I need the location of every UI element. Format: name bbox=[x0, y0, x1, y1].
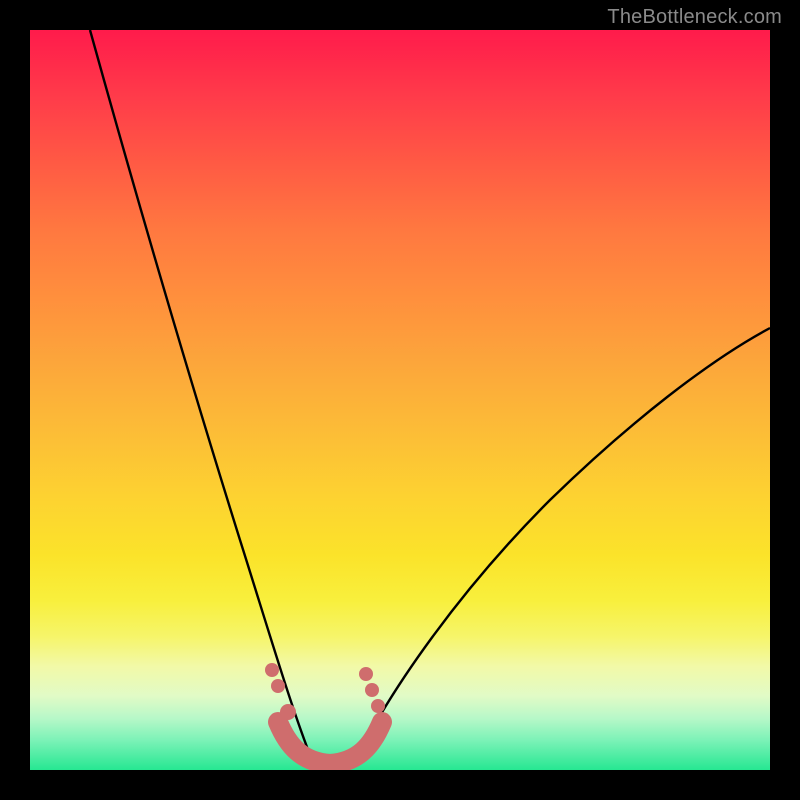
marker-dot-right-1 bbox=[359, 667, 373, 681]
marker-dot-right-2 bbox=[365, 683, 379, 697]
marker-dot-left-2 bbox=[271, 679, 285, 693]
valley-marker-band bbox=[278, 722, 382, 764]
curve-layer bbox=[30, 30, 770, 770]
marker-dot-right-3 bbox=[371, 699, 385, 713]
watermark-label: TheBottleneck.com bbox=[607, 6, 782, 29]
marker-dot-left-1 bbox=[265, 663, 279, 677]
chart-frame: TheBottleneck.com bbox=[0, 0, 800, 800]
marker-dot-left-3 bbox=[280, 704, 296, 720]
plot-area bbox=[30, 30, 770, 770]
left-curve bbox=[90, 30, 312, 760]
right-curve bbox=[356, 328, 770, 760]
